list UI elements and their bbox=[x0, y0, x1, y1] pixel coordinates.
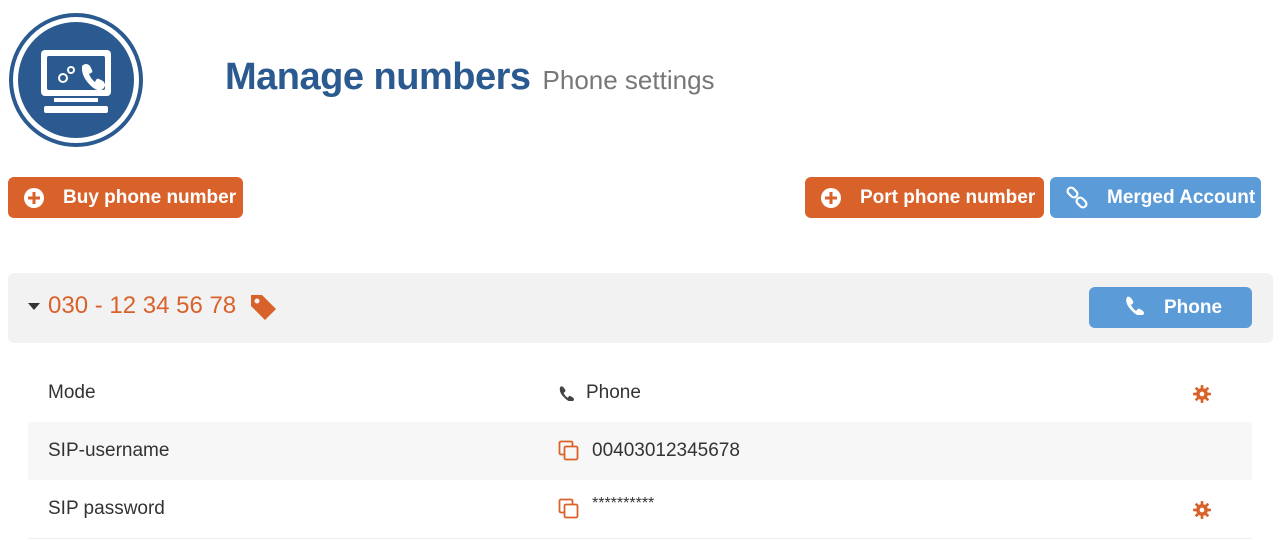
plus-circle-icon bbox=[23, 187, 45, 209]
phone-mode-label: Phone bbox=[1164, 296, 1223, 318]
page-header: Manage numbers Phone settings bbox=[225, 56, 715, 99]
settings-row-mode: Mode Phone bbox=[28, 364, 1252, 422]
plus-circle-icon bbox=[820, 187, 842, 209]
port-phone-number-label: Port phone number bbox=[860, 186, 1036, 208]
caret-down-icon[interactable] bbox=[28, 303, 40, 310]
page: Manage numbers Phone settings Buy phone … bbox=[0, 0, 1280, 540]
merged-account-button[interactable]: Merged Account bbox=[1050, 177, 1261, 218]
gear-icon[interactable] bbox=[1193, 501, 1211, 524]
buy-phone-number-label: Buy phone number bbox=[63, 186, 237, 208]
page-subtitle: Phone settings bbox=[542, 65, 715, 95]
monitor-phone-gear-icon bbox=[9, 13, 143, 147]
phone-number[interactable]: 030 - 12 34 56 78 bbox=[48, 292, 236, 320]
phone-icon bbox=[558, 385, 574, 401]
link-icon bbox=[1065, 185, 1089, 210]
number-panel-header[interactable]: 030 - 12 34 56 78 Phone bbox=[8, 273, 1273, 343]
sip-password-text: ********** bbox=[592, 495, 655, 512]
copy-icon[interactable] bbox=[558, 440, 580, 462]
settings-row-sip-username: SIP-username 00403012345678 bbox=[28, 422, 1252, 480]
mode-label: Mode bbox=[48, 382, 96, 403]
phone-icon bbox=[1124, 295, 1144, 321]
settings-row-sip-password: SIP password ********** bbox=[28, 480, 1252, 539]
page-title: Manage numbers bbox=[225, 56, 531, 98]
sip-password-label: SIP password bbox=[48, 498, 165, 519]
phone-mode-button[interactable]: Phone bbox=[1089, 287, 1252, 328]
gear-icon[interactable] bbox=[1193, 385, 1211, 408]
mode-value-text: Phone bbox=[586, 382, 641, 403]
sip-username-label: SIP-username bbox=[48, 440, 170, 461]
sip-username-text: 00403012345678 bbox=[592, 440, 740, 461]
port-phone-number-button[interactable]: Port phone number bbox=[805, 177, 1044, 218]
buy-phone-number-button[interactable]: Buy phone number bbox=[8, 177, 243, 218]
merged-account-label: Merged Account bbox=[1107, 186, 1256, 208]
sip-password-value: ********** bbox=[558, 495, 655, 520]
tag-icon[interactable] bbox=[248, 292, 278, 327]
copy-icon[interactable] bbox=[558, 498, 580, 520]
sip-username-value: 00403012345678 bbox=[558, 440, 740, 462]
mode-value: Phone bbox=[558, 382, 641, 404]
